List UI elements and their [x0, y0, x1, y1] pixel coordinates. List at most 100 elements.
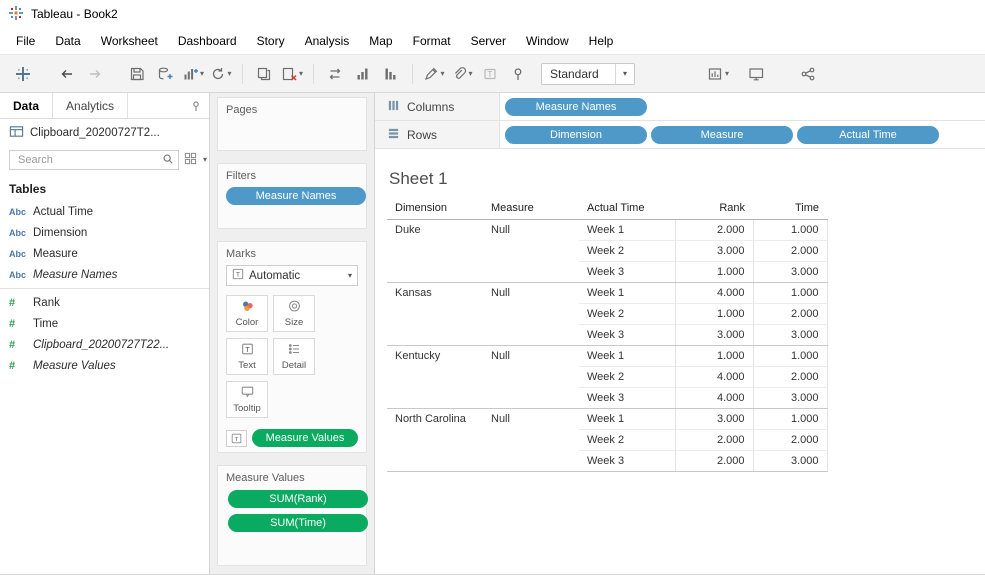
time-cell[interactable]: 2.000	[752, 303, 828, 325]
week-cell[interactable]: Week 3	[579, 387, 675, 409]
fix-axes-icon[interactable]	[505, 61, 531, 87]
week-cell[interactable]: Week 2	[579, 240, 675, 262]
week-cell[interactable]: Week 2	[579, 366, 675, 388]
pill-measure-values[interactable]: Measure Values	[252, 429, 358, 447]
pill-measure[interactable]: Measure	[651, 125, 793, 144]
field-dimension[interactable]: Abc Dimension	[0, 222, 209, 243]
rank-cell[interactable]: 2.000	[674, 219, 753, 241]
field-measure-values[interactable]: # Measure Values	[0, 355, 209, 376]
week-cell[interactable]: Week 2	[579, 303, 675, 325]
time-cell[interactable]: 2.000	[752, 366, 828, 388]
rank-cell[interactable]: 1.000	[674, 345, 753, 367]
menu-item-file[interactable]: File	[6, 30, 45, 52]
time-cell[interactable]: 3.000	[752, 324, 828, 346]
time-cell[interactable]: 2.000	[752, 240, 828, 262]
menu-item-data[interactable]: Data	[45, 30, 90, 52]
mark-type-dropdown[interactable]: T Automatic ▾	[226, 265, 358, 286]
dimension-cell[interactable]: Duke	[387, 219, 483, 283]
datasource-item[interactable]: Clipboard_20200727T2...	[0, 119, 209, 146]
view-options-caret-icon[interactable]: ▾	[203, 156, 207, 164]
show-hide-cards-icon[interactable]: ▾	[705, 61, 731, 87]
menu-item-help[interactable]: Help	[579, 30, 624, 52]
tooltip-button[interactable]: Tooltip	[226, 381, 268, 418]
week-cell[interactable]: Week 3	[579, 261, 675, 283]
group-members-icon[interactable]: ▾	[449, 61, 475, 87]
text-encoding-icon[interactable]: T	[226, 429, 247, 447]
menu-item-analysis[interactable]: Analysis	[295, 30, 360, 52]
dimension-cell[interactable]: Kansas	[387, 282, 483, 346]
week-cell[interactable]: Week 1	[579, 345, 675, 367]
tab-data[interactable]: Data	[0, 93, 54, 118]
share-workbook-icon[interactable]	[795, 61, 821, 87]
pill-dimension[interactable]: Dimension	[505, 125, 647, 144]
rank-cell[interactable]: 2.000	[674, 450, 753, 472]
presentation-mode-icon[interactable]	[743, 61, 769, 87]
menu-item-map[interactable]: Map	[359, 30, 402, 52]
measure-cell[interactable]: Null	[483, 282, 579, 346]
col-header-actual-time[interactable]: Actual Time	[579, 199, 675, 220]
detail-button[interactable]: Detail	[273, 338, 315, 375]
menu-item-dashboard[interactable]: Dashboard	[168, 30, 247, 52]
pill-sum-time[interactable]: SUM(Time)	[228, 514, 368, 532]
col-header-time[interactable]: Time	[753, 199, 827, 220]
highlight-icon[interactable]: ▾	[421, 61, 447, 87]
field-time[interactable]: # Time	[0, 313, 209, 334]
show-mark-labels-icon[interactable]: T	[477, 61, 503, 87]
field-measure[interactable]: Abc Measure	[0, 243, 209, 264]
rank-cell[interactable]: 3.000	[674, 240, 753, 262]
clear-sheet-icon[interactable]: ▾	[279, 61, 305, 87]
field-rank[interactable]: # Rank	[0, 292, 209, 313]
measure-cell[interactable]: Null	[483, 219, 579, 283]
time-cell[interactable]: 1.000	[752, 219, 828, 241]
new-worksheet-icon[interactable]: ▾	[180, 61, 206, 87]
save-icon[interactable]	[124, 61, 150, 87]
rank-cell[interactable]: 4.000	[674, 387, 753, 409]
color-button[interactable]: Color	[226, 295, 268, 332]
rank-cell[interactable]: 1.000	[674, 261, 753, 283]
rank-cell[interactable]: 2.000	[674, 429, 753, 451]
sort-ascending-icon[interactable]	[350, 61, 376, 87]
pin-pane-icon[interactable]	[190, 93, 209, 118]
week-cell[interactable]: Week 1	[579, 219, 675, 241]
menu-item-window[interactable]: Window	[516, 30, 579, 52]
rank-cell[interactable]: 3.000	[674, 408, 753, 430]
rows-shelf-pills[interactable]: Dimension Measure Actual Time	[500, 121, 985, 148]
time-cell[interactable]: 1.000	[752, 345, 828, 367]
week-cell[interactable]: Week 2	[579, 429, 675, 451]
menu-item-story[interactable]: Story	[247, 30, 295, 52]
menu-item-format[interactable]: Format	[403, 30, 461, 52]
week-cell[interactable]: Week 3	[579, 324, 675, 346]
view-toggle-icon[interactable]	[184, 152, 197, 168]
field-clipboard-20200727t22[interactable]: # Clipboard_20200727T22...	[0, 334, 209, 355]
menu-item-server[interactable]: Server	[461, 30, 516, 52]
week-cell[interactable]: Week 1	[579, 408, 675, 430]
time-cell[interactable]: 3.000	[752, 387, 828, 409]
time-cell[interactable]: 3.000	[752, 261, 828, 283]
field-actual-time[interactable]: Abc Actual Time	[0, 201, 209, 222]
undo-icon[interactable]	[54, 61, 80, 87]
measure-cell[interactable]: Null	[483, 408, 579, 472]
refresh-data-icon[interactable]: ▾	[208, 61, 234, 87]
rank-cell[interactable]: 1.000	[674, 303, 753, 325]
time-cell[interactable]: 2.000	[752, 429, 828, 451]
duplicate-sheet-icon[interactable]	[251, 61, 277, 87]
pill-actual-time[interactable]: Actual Time	[797, 125, 939, 144]
fit-selector[interactable]: Standard ▾	[541, 62, 635, 85]
col-header-measure[interactable]: Measure	[483, 199, 579, 220]
sort-descending-icon[interactable]	[378, 61, 404, 87]
size-button[interactable]: Size	[273, 295, 315, 332]
tableau-logo-icon[interactable]	[10, 61, 36, 87]
week-cell[interactable]: Week 3	[579, 450, 675, 472]
pill-sum-rank[interactable]: SUM(Rank)	[228, 490, 368, 508]
week-cell[interactable]: Week 1	[579, 282, 675, 304]
measure-cell[interactable]: Null	[483, 345, 579, 409]
col-header-rank[interactable]: Rank	[675, 199, 753, 220]
dimension-cell[interactable]: North Carolina	[387, 408, 483, 472]
columns-shelf-pills[interactable]: Measure Names	[500, 93, 985, 120]
menu-item-worksheet[interactable]: Worksheet	[91, 30, 168, 52]
col-header-dimension[interactable]: Dimension	[387, 199, 483, 220]
dimension-cell[interactable]: Kentucky	[387, 345, 483, 409]
swap-rows-columns-icon[interactable]	[322, 61, 348, 87]
time-cell[interactable]: 3.000	[752, 450, 828, 472]
pill-measure-names[interactable]: Measure Names	[226, 187, 366, 205]
